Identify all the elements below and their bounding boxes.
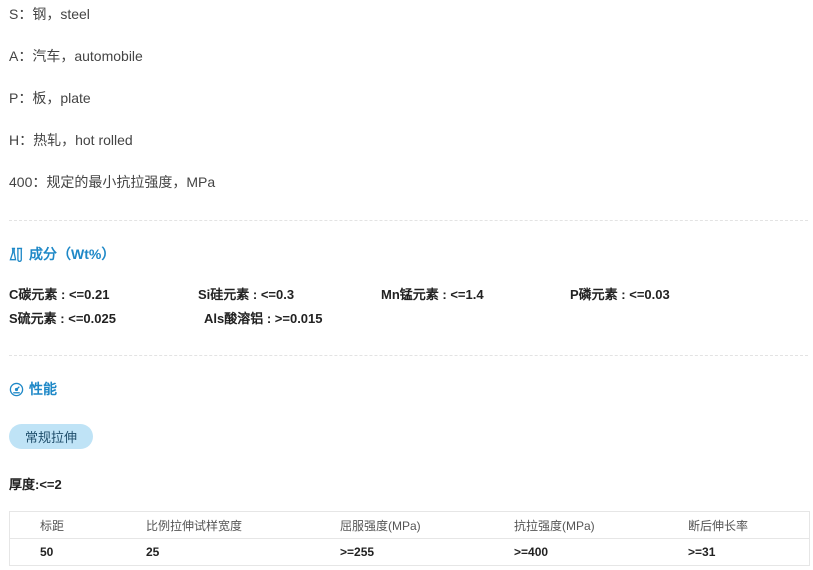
- gauge-icon: [9, 382, 24, 397]
- definition-p: P：板，plate: [9, 90, 91, 106]
- element-als: Als酸溶铝 : >=0.015: [204, 311, 323, 326]
- table-header-row: 标距 比例拉伸试样宽度 屈服强度(MPa) 抗拉强度(MPa) 断后伸长率: [10, 512, 809, 539]
- table-header: 断后伸长率: [688, 518, 749, 533]
- element-mn: Mn锰元素 : <=1.4: [381, 287, 484, 302]
- table-header: 屈服强度(MPa): [340, 518, 421, 533]
- table-cell: 25: [146, 545, 160, 559]
- element-si: Si硅元素 : <=0.3: [198, 287, 295, 302]
- properties-heading: 性能: [9, 379, 57, 399]
- element-p: P磷元素 : <=0.03: [570, 287, 670, 302]
- element-s: S硫元素 : <=0.025: [9, 311, 116, 326]
- table-cell: 50: [40, 545, 54, 559]
- element-c: C碳元素 : <=0.21: [9, 287, 110, 302]
- definition-a: A：汽车，automobile: [9, 48, 143, 64]
- table-header: 标距: [40, 518, 65, 533]
- tab-tensile[interactable]: 常规拉伸: [9, 424, 93, 449]
- composition-title: 成分（Wt%）: [29, 246, 116, 262]
- properties-title: 性能: [29, 381, 57, 397]
- flask-icon: [9, 247, 24, 262]
- composition-heading: 成分（Wt%）: [9, 244, 115, 264]
- definition-h: H：热轧，hot rolled: [9, 132, 133, 148]
- table-header: 抗拉强度(MPa): [514, 518, 595, 533]
- section-divider: [9, 355, 808, 356]
- table-row: 50 25 >=255 >=400 >=31: [10, 539, 809, 565]
- table-cell: >=31: [688, 545, 716, 559]
- section-divider: [9, 220, 808, 221]
- table-header: 比例拉伸试样宽度: [146, 518, 243, 533]
- properties-table: 标距 比例拉伸试样宽度 屈服强度(MPa) 抗拉强度(MPa) 断后伸长率 50…: [9, 511, 810, 566]
- table-cell: >=400: [514, 545, 549, 559]
- table-cell: >=255: [340, 545, 375, 559]
- thickness-label: 厚度:<=2: [9, 477, 62, 492]
- definition-400: 400：规定的最小抗拉强度，MPa: [9, 174, 216, 190]
- definition-s: S：钢，steel: [9, 6, 90, 22]
